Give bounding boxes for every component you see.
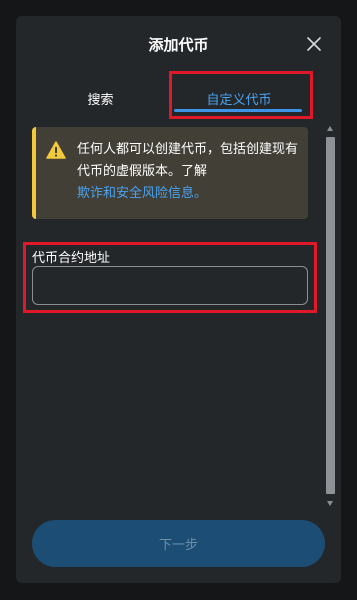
- tab-search-label: 搜索: [87, 92, 114, 108]
- scroll-up-arrow-icon[interactable]: [327, 126, 333, 131]
- tab-custom-token[interactable]: 自定义代币: [172, 76, 306, 120]
- modal-title: 添加代币: [148, 36, 209, 54]
- next-button[interactable]: 下一步: [32, 520, 325, 567]
- scrollbar[interactable]: [326, 126, 335, 506]
- contract-address-input[interactable]: [32, 266, 308, 305]
- warning-triangle-icon: [46, 141, 66, 159]
- close-icon[interactable]: [307, 37, 321, 51]
- tab-custom-token-label: 自定义代币: [206, 92, 272, 108]
- next-button-label: 下一步: [158, 537, 198, 552]
- modal-header: 添加代币: [16, 16, 341, 72]
- scam-risk-link-suffix: 。: [194, 186, 208, 201]
- tab-bar: 搜索 自定义代币: [16, 76, 341, 128]
- scrollbar-thumb[interactable]: [326, 137, 335, 494]
- warning-text: 任何人都可以创建代币，包括创建现有代币的虚假版本。了解 欺诈和安全风险信息。: [77, 139, 298, 205]
- warning-message: 任何人都可以创建代币，包括创建现有代币的虚假版本。了解: [77, 142, 299, 179]
- scam-risk-link[interactable]: 欺诈和安全风险信息: [77, 186, 194, 201]
- active-tab-indicator: [174, 109, 302, 112]
- contract-address-label: 代币合约地址: [32, 251, 111, 266]
- warning-banner: 任何人都可以创建代币，包括创建现有代币的虚假版本。了解 欺诈和安全风险信息。: [32, 127, 308, 219]
- tab-search[interactable]: 搜索: [38, 76, 163, 120]
- scroll-down-arrow-icon[interactable]: [327, 501, 333, 506]
- add-token-modal: 添加代币 搜索 自定义代币 任何人都可以创建代币，包括创建现有代币的虚假版本。了…: [16, 16, 341, 583]
